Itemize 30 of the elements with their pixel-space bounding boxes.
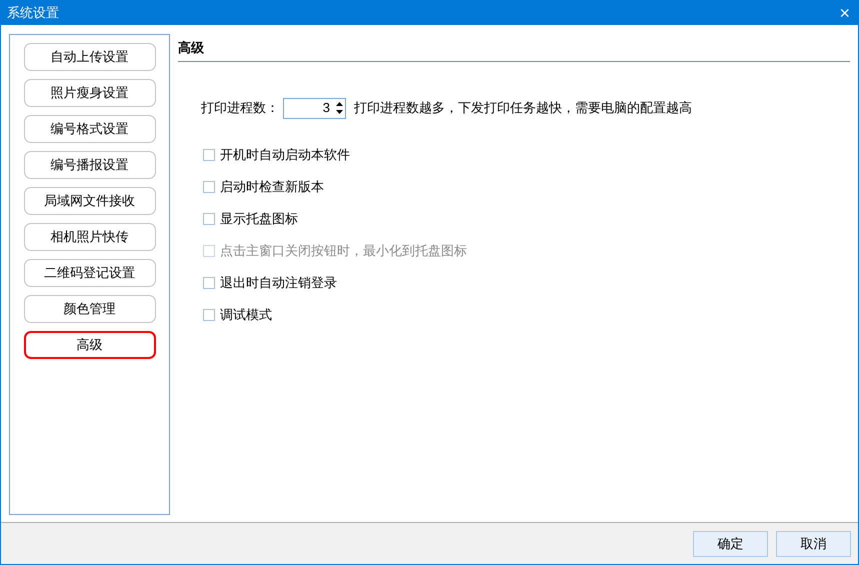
sidebar-item[interactable]: 高级 (24, 331, 156, 359)
checkbox[interactable] (203, 181, 215, 193)
number-spinner[interactable]: 3 (283, 98, 346, 118)
sidebar-item[interactable]: 颜色管理 (24, 295, 156, 323)
section-title: 高级 (178, 38, 204, 57)
spinner-value: 3 (322, 99, 330, 118)
sidebar-item[interactable]: 局域网文件接收 (24, 187, 156, 215)
checkbox[interactable] (203, 213, 215, 225)
option-label: 开机时自动启动本软件 (220, 146, 350, 164)
dialog-button[interactable]: 确定 (693, 530, 768, 556)
sidebar-item[interactable]: 照片瘦身设置 (24, 79, 156, 107)
window-title: 系统设置 (7, 4, 59, 22)
checkbox[interactable] (203, 149, 215, 161)
option-label: 退出时自动注销登录 (220, 274, 337, 292)
checkbox[interactable] (203, 277, 215, 289)
option-label: 启动时检查新版本 (220, 178, 324, 196)
dialog-button[interactable]: 取消 (776, 530, 851, 556)
option-label: 显示托盘图标 (220, 210, 298, 228)
close-button[interactable]: × (839, 4, 850, 22)
field-label: 打印进程数： (201, 99, 280, 118)
option-label: 点击主窗口关闭按钮时，最小化到托盘图标 (220, 242, 467, 260)
checkbox[interactable] (203, 309, 215, 321)
sidebar-item[interactable]: 二维码登记设置 (24, 259, 156, 287)
spinner-arrows-icon (336, 102, 343, 114)
sidebar-item[interactable]: 相机照片快传 (24, 223, 156, 251)
sidebar-item[interactable]: 编号播报设置 (24, 151, 156, 179)
hint-text: 打印进程数越多，下发打印任务越快，需要电脑的配置越高 (354, 99, 692, 118)
sidebar-item[interactable]: 编号格式设置 (24, 115, 156, 143)
option-label: 调试模式 (220, 306, 272, 324)
sidebar-item[interactable]: 自动上传设置 (24, 43, 156, 71)
